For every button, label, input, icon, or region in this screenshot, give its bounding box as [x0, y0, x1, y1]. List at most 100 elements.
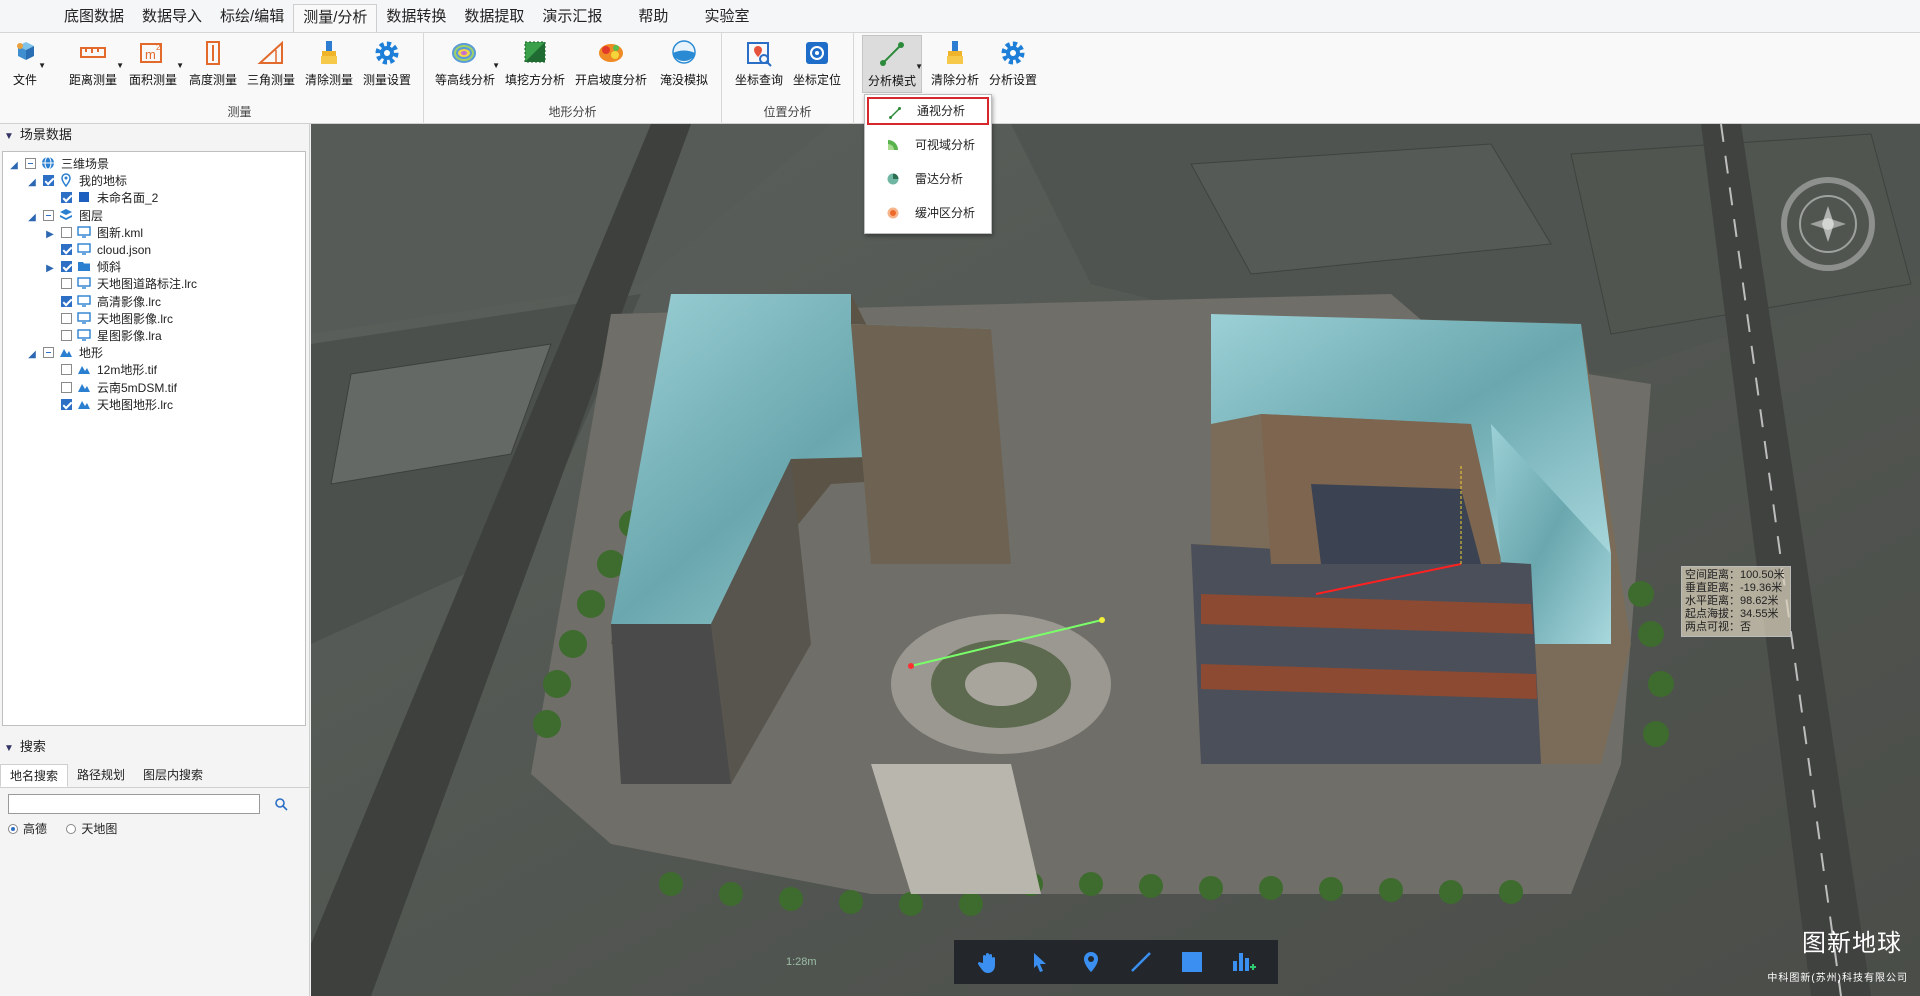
terrain-icon: [77, 397, 91, 409]
radio-gaode[interactable]: 高德: [8, 822, 47, 836]
layer-checkbox[interactable]: [61, 398, 72, 410]
search-panel-header[interactable]: ▼ 搜索: [0, 736, 310, 758]
terrain-icon: [59, 345, 73, 358]
layer-checkbox[interactable]: [61, 295, 72, 307]
flood-simulation-button[interactable]: 淹没模拟: [654, 35, 714, 93]
tree-node-label: 图层: [79, 208, 104, 223]
menu-item-viewshed[interactable]: 可视域分析: [867, 131, 989, 159]
layer-checkbox[interactable]: [61, 278, 72, 290]
layer-checkbox[interactable]: [61, 244, 72, 255]
measure-group: 距离测量 ▼ m2 面积测量 ▼ 高度测量 三角测量 清除测量 测量设置 测量: [56, 33, 424, 124]
line-of-sight-icon: [889, 107, 901, 119]
search-panel: ▼ 搜索 地名搜索 路径规划 图层内搜索 高德 天地图: [0, 736, 310, 836]
slope-analysis-button[interactable]: 开启坡度分析: [572, 35, 650, 93]
analysis-settings-button[interactable]: 分析设置: [984, 35, 1042, 93]
square-icon[interactable]: [1176, 946, 1208, 978]
tab-data-extract[interactable]: 数据提取: [455, 4, 533, 32]
tab-route-planning[interactable]: 路径规划: [68, 764, 134, 787]
layer-checkbox[interactable]: [61, 192, 72, 204]
layer-checkbox[interactable]: [61, 364, 72, 376]
radio-tianditu[interactable]: 天地图: [66, 822, 117, 836]
tab-layer-search[interactable]: 图层内搜索: [134, 764, 212, 787]
menu-bar: 底图数据 数据导入 标绘/编辑 测量/分析 数据转换 数据提取 演示汇报 帮助 …: [0, 0, 1920, 32]
monitor-icon: [77, 242, 91, 255]
globe-icon: [41, 156, 55, 170]
tab-data-convert[interactable]: 数据转换: [377, 4, 455, 32]
tree-node-label: 倾斜: [97, 260, 122, 275]
coordinate-locate-button[interactable]: 坐标定位: [788, 35, 846, 93]
file-button[interactable]: 文件 ▼: [0, 35, 50, 93]
coordinate-query-button[interactable]: 坐标查询: [730, 35, 788, 93]
menu-item-line-of-sight[interactable]: 通视分析: [867, 97, 989, 125]
scene-panel-header[interactable]: ▼ 场景数据: [0, 124, 309, 146]
triangle-measure-button[interactable]: 三角测量: [242, 35, 300, 93]
measure-settings-button[interactable]: 测量设置: [358, 35, 416, 93]
expanded-arrow-icon[interactable]: ◢: [25, 173, 39, 193]
tab-lab[interactable]: 实验室: [695, 4, 758, 32]
clear-analysis-button[interactable]: 清除分析: [926, 35, 984, 93]
radio-dot: [8, 824, 18, 834]
radar-icon: [887, 173, 899, 185]
tree-node-label: cloud.json: [97, 243, 152, 257]
distance-measure-button[interactable]: 距离测量 ▼: [64, 35, 124, 93]
search-icon[interactable]: [274, 797, 288, 811]
cut-fill-icon: [520, 38, 550, 68]
terrain-group-label: 地形分析: [548, 105, 597, 119]
measurement-readout: 空间距离：100.50米 垂直距离：-19.36米 水平距离：98.62米 起点…: [1681, 566, 1791, 637]
menu-item-buffer[interactable]: 缓冲区分析: [867, 199, 989, 227]
layer-checkbox[interactable]: [25, 158, 36, 169]
layer-checkbox[interactable]: [61, 261, 72, 273]
layer-checkbox[interactable]: [61, 312, 72, 324]
chart-add-icon[interactable]: [1227, 946, 1259, 978]
tab-plot-edit[interactable]: 标绘/编辑: [211, 4, 293, 32]
layer-checkbox[interactable]: [61, 330, 72, 341]
viewshed-icon: [888, 140, 898, 150]
pin-icon[interactable]: [1075, 946, 1107, 978]
side-panel: ▼ 场景数据 ◢ 三维场景 ◢ 我的地标 未命名面_2 ◢ 图层 ▶ 图新.kml cloud.js…: [0, 124, 310, 996]
expanded-arrow-icon[interactable]: ◢: [25, 208, 39, 228]
place-search-input[interactable]: [8, 794, 260, 814]
file-cube-icon: [10, 38, 40, 68]
cut-fill-analysis-button[interactable]: 填挖方分析: [502, 35, 568, 93]
slope-icon: [596, 38, 626, 68]
tree-node-label: 未命名面_2: [97, 191, 159, 206]
pin-icon: [59, 173, 73, 188]
collapse-triangle-icon: ▼: [4, 743, 14, 754]
layer-checkbox[interactable]: [61, 226, 72, 238]
tree-node-label: 云南5mDSM.tif: [97, 380, 178, 395]
chevron-down-icon: ▼: [176, 61, 184, 70]
map-toolbar: [954, 940, 1278, 984]
expanded-arrow-icon[interactable]: ◢: [25, 345, 39, 365]
pointer-icon[interactable]: [1024, 946, 1056, 978]
contour-analysis-button[interactable]: 等高线分析 ▼: [432, 35, 500, 93]
tab-presentation[interactable]: 演示汇报: [533, 4, 611, 32]
start-point: [908, 663, 914, 669]
hand-icon[interactable]: [973, 946, 1005, 978]
blocked-point: [1099, 617, 1105, 623]
brand-logo: 图新地球: [1802, 930, 1902, 957]
line-icon[interactable]: [1125, 946, 1157, 978]
height-measure-button[interactable]: 高度测量: [184, 35, 242, 93]
tab-help[interactable]: 帮助: [629, 4, 677, 32]
tab-place-search[interactable]: 地名搜索: [0, 764, 69, 787]
gear-icon: [998, 38, 1028, 68]
position-group-label: 位置分析: [763, 105, 812, 119]
clear-measure-button[interactable]: 清除测量: [300, 35, 358, 93]
analysis-mode-button[interactable]: 分析模式 ▼: [862, 35, 923, 93]
tab-basemap[interactable]: 底图数据: [55, 4, 133, 32]
terrain-icon: [77, 380, 91, 392]
menu-item-radar[interactable]: 雷达分析: [867, 165, 989, 193]
layer-checkbox[interactable]: [61, 381, 72, 393]
layer-checkbox[interactable]: [43, 175, 54, 187]
expanded-arrow-icon[interactable]: ◢: [7, 156, 21, 176]
layer-checkbox[interactable]: [43, 209, 54, 221]
tab-measure-analysis[interactable]: 测量/分析: [293, 4, 378, 32]
tab-data-import[interactable]: 数据导入: [133, 4, 211, 32]
map-viewport[interactable]: 空间距离：100.50米 垂直距离：-19.36米 水平距离：98.62米 起点…: [311, 124, 1920, 996]
broom-icon: [314, 38, 344, 68]
svg-text:m: m: [145, 47, 156, 62]
tree-node[interactable]: 天地图地形.lrc: [43, 395, 173, 415]
area-measure-button[interactable]: m2 面积测量 ▼: [124, 35, 184, 93]
layer-checkbox[interactable]: [43, 347, 54, 359]
monitor-icon: [77, 276, 91, 290]
